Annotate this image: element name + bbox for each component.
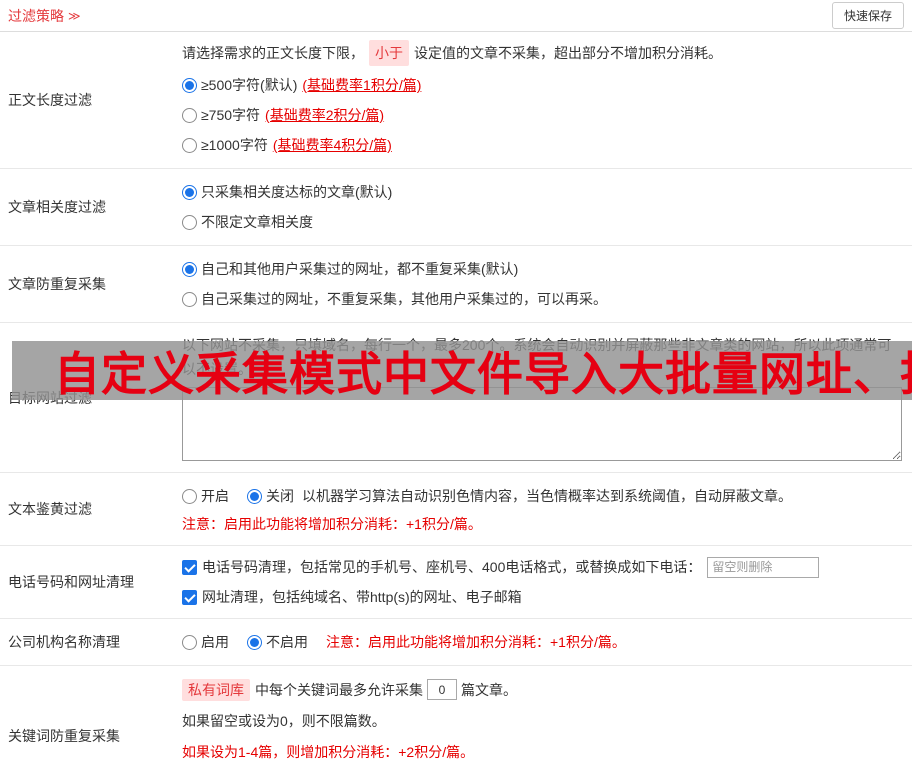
option-label: 不启用 xyxy=(266,634,308,650)
keyword-dedup-line1: 私有词库 中每个关键词最多允许采集 篇文章。 xyxy=(182,674,902,705)
keyword-dedup-line3: 如果设为1-4篇，则增加积分消耗：+2积分/篇。 xyxy=(182,743,475,760)
option-length-750[interactable]: ≥750字符 (基础费率2积分/篇) xyxy=(182,100,902,130)
row-keyword-dedup: 关键词防重复采集 私有词库 中每个关键词最多允许采集 篇文章。 如果留空或设为0… xyxy=(0,666,912,768)
company-clean-note: 注意：启用此功能将增加积分消耗：+1积分/篇。 xyxy=(326,634,626,650)
dedup-filter-label: 文章防重复采集 xyxy=(8,276,106,292)
option-label: 启用 xyxy=(201,634,229,650)
header: 过滤策略 ≫ 快速保存 xyxy=(0,0,912,32)
checkbox-url-clean[interactable] xyxy=(182,589,197,605)
length-filter-label: 正文长度过滤 xyxy=(8,92,92,108)
option-label: ≥500字符(默认) xyxy=(201,77,298,93)
phone-clean-line: 电话号码清理，包括常见的手机号、座机号、400电话格式，或替换成如下电话： xyxy=(182,552,902,582)
porn-filter-label: 文本鉴黄过滤 xyxy=(8,501,92,517)
keyword-dedup-line2: 如果留空或设为0，则不限篇数。 xyxy=(182,712,386,729)
porn-filter-desc: 以机器学习算法自动识别色情内容，当色情概率达到系统阈值，自动屏蔽文章。 xyxy=(302,488,792,504)
company-clean-content: 启用 不启用 注意：启用此功能将增加积分消耗：+1积分/篇。 xyxy=(172,619,912,665)
phone-url-clean-content: 电话号码清理，包括常见的手机号、座机号、400电话格式，或替换成如下电话： 网址… xyxy=(172,546,912,618)
row-porn-filter: 文本鉴黄过滤 开启 关闭 以机器学习算法自动识别色情内容，当色情概率达到系统阈值… xyxy=(0,473,912,546)
length-filter-intro: 请选择需求的正文长度下限， 小于 设定值的文章不采集，超出部分不增加积分消耗。 xyxy=(182,40,902,66)
radio-length-1000[interactable] xyxy=(182,137,197,153)
option-label: 不限定文章相关度 xyxy=(201,214,313,230)
porn-filter-content: 开启 关闭 以机器学习算法自动识别色情内容，当色情概率达到系统阈值，自动屏蔽文章… xyxy=(172,473,912,545)
keyword-count-input[interactable] xyxy=(427,679,457,700)
option-label: 自己采集过的网址，不重复采集，其他用户采集过的，可以再采。 xyxy=(201,291,607,307)
option-dedup-all-users[interactable]: 自己和其他用户采集过的网址，都不重复采集(默认) xyxy=(182,254,902,284)
url-clean-line: 网址清理，包括纯域名、带http(s)的网址、电子邮箱 xyxy=(182,582,902,612)
option-company-on[interactable]: 启用 xyxy=(182,627,229,657)
option-relevance-any[interactable]: 不限定文章相关度 xyxy=(182,207,902,237)
keyword-dedup-text-2: 篇文章。 xyxy=(461,681,517,698)
radio-dedup-self-only[interactable] xyxy=(182,291,197,307)
private-thesaurus-badge: 私有词库 xyxy=(182,678,250,701)
fee-note: (基础费率2积分/篇) xyxy=(265,107,385,123)
option-porn-off[interactable]: 关闭 xyxy=(247,481,294,511)
option-porn-on[interactable]: 开启 xyxy=(182,481,229,511)
relevance-filter-content: 只采集相关度达标的文章(默认) 不限定文章相关度 xyxy=(172,169,912,245)
option-label: 只采集相关度达标的文章(默认) xyxy=(201,184,393,200)
porn-filter-options: 开启 关闭 以机器学习算法自动识别色情内容，当色情概率达到系统阈值，自动屏蔽文章… xyxy=(182,481,902,511)
option-label: 关闭 xyxy=(266,488,294,504)
row-company-clean: 公司机构名称清理 启用 不启用 注意：启用此功能将增加积分消耗：+1积分/篇。 xyxy=(0,619,912,666)
radio-porn-off[interactable] xyxy=(247,488,262,504)
radio-porn-on[interactable] xyxy=(182,488,197,504)
company-clean-options: 启用 不启用 注意：启用此功能将增加积分消耗：+1积分/篇。 xyxy=(182,627,902,657)
radio-length-500[interactable] xyxy=(182,77,197,93)
option-label: 自己和其他用户采集过的网址，都不重复采集(默认) xyxy=(201,261,519,277)
length-filter-content: 请选择需求的正文长度下限， 小于 设定值的文章不采集，超出部分不增加积分消耗。 … xyxy=(172,32,912,168)
option-dedup-self-only[interactable]: 自己采集过的网址，不重复采集，其他用户采集过的，可以再采。 xyxy=(182,284,902,314)
keyword-dedup-text-1: 中每个关键词最多允许采集 xyxy=(255,681,423,698)
phone-replace-input[interactable] xyxy=(707,556,820,578)
row-phone-url-clean: 电话号码和网址清理 电话号码清理，包括常见的手机号、座机号、400电话格式，或替… xyxy=(0,546,912,619)
keyword-dedup-content: 私有词库 中每个关键词最多允许采集 篇文章。 如果留空或设为0，则不限篇数。 如… xyxy=(172,666,912,768)
overlay-banner: 自定义采集模式中文件导入大批量网址、批 xyxy=(12,341,912,400)
intro-text-2: 设定值的文章不采集，超出部分不增加积分消耗。 xyxy=(414,45,722,61)
radio-relevance-strict[interactable] xyxy=(182,184,197,200)
option-label: ≥750字符 xyxy=(201,107,261,123)
option-relevance-strict[interactable]: 只采集相关度达标的文章(默认) xyxy=(182,177,902,207)
chevron-double-icon: ≫ xyxy=(68,8,81,23)
radio-dedup-all-users[interactable] xyxy=(182,261,197,277)
keyword-dedup-label: 关键词防重复采集 xyxy=(8,728,120,744)
fee-note: (基础费率1积分/篇) xyxy=(302,77,422,93)
phone-clean-label: 电话号码清理，包括常见的手机号、座机号、400电话格式，或替换成如下电话： xyxy=(202,559,702,575)
intro-text-1: 请选择需求的正文长度下限， xyxy=(182,45,364,61)
filter-strategy-page: 过滤策略 ≫ 快速保存 正文长度过滤 请选择需求的正文长度下限， 小于 设定值的… xyxy=(0,0,912,768)
porn-filter-note: 注意：启用此功能将增加积分消耗：+1积分/篇。 xyxy=(182,516,482,532)
quick-save-button[interactable]: 快速保存 xyxy=(831,2,904,29)
option-label: 开启 xyxy=(201,488,229,504)
url-clean-label: 网址清理，包括纯域名、带http(s)的网址、电子邮箱 xyxy=(202,589,522,605)
row-relevance-filter: 文章相关度过滤 只采集相关度达标的文章(默认) 不限定文章相关度 xyxy=(0,169,912,246)
radio-company-on[interactable] xyxy=(182,634,197,650)
overlay-caption: 自定义采集模式中文件导入大批量网址、批 xyxy=(54,347,912,400)
page-title[interactable]: 过滤策略 ≫ xyxy=(8,6,81,26)
radio-company-off[interactable] xyxy=(247,634,262,650)
option-label: ≥1000字符 xyxy=(201,137,268,153)
radio-length-750[interactable] xyxy=(182,107,197,123)
relevance-filter-label: 文章相关度过滤 xyxy=(8,199,106,215)
page-title-text: 过滤策略 xyxy=(8,7,64,24)
option-length-1000[interactable]: ≥1000字符 (基础费率4积分/篇) xyxy=(182,130,902,160)
dedup-filter-content: 自己和其他用户采集过的网址，都不重复采集(默认) 自己采集过的网址，不重复采集，… xyxy=(172,246,912,322)
radio-relevance-any[interactable] xyxy=(182,214,197,230)
row-dedup-filter: 文章防重复采集 自己和其他用户采集过的网址，都不重复采集(默认) 自己采集过的网… xyxy=(0,246,912,323)
checkbox-phone-clean[interactable] xyxy=(182,559,197,575)
less-than-badge: 小于 xyxy=(369,40,409,66)
row-length-filter: 正文长度过滤 请选择需求的正文长度下限， 小于 设定值的文章不采集，超出部分不增… xyxy=(0,32,912,169)
fee-note: (基础费率4积分/篇) xyxy=(272,137,392,153)
option-company-off[interactable]: 不启用 xyxy=(247,627,308,657)
company-clean-label: 公司机构名称清理 xyxy=(8,634,120,650)
option-length-500[interactable]: ≥500字符(默认) (基础费率1积分/篇) xyxy=(182,70,902,100)
phone-url-clean-label: 电话号码和网址清理 xyxy=(8,574,134,590)
